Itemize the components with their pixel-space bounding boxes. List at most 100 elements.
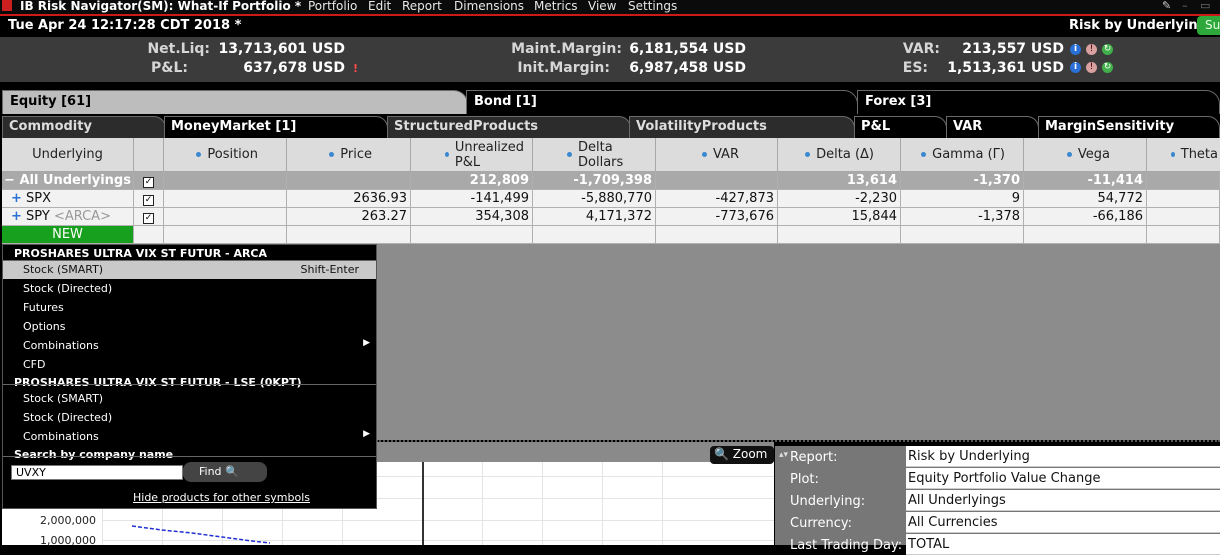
collapse-icon[interactable]: − <box>4 173 15 188</box>
menu-item-label: Stock (Directed) <box>23 282 113 295</box>
menu-divider <box>3 384 376 385</box>
delta-cell: 13,614 <box>778 172 901 190</box>
menu-edit[interactable]: Edit <box>368 0 391 13</box>
new-underlying-input[interactable]: NEW <box>2 226 134 244</box>
menu-item-stock-directed[interactable]: Stock (Directed) <box>3 280 376 298</box>
col-checkbox <box>134 138 164 172</box>
pnl-label: P&L: <box>151 60 188 76</box>
underlying-name: SPY <box>26 209 50 224</box>
plot-param-value[interactable]: Equity Portfolio Value Change <box>906 468 1220 489</box>
menu-item-combinations-lse[interactable]: Combinations ▶ <box>3 428 376 446</box>
zoom-button[interactable]: 🔍 Zoom <box>710 446 774 464</box>
new-row[interactable]: NEW <box>2 226 1220 244</box>
tab-moneymarket[interactable]: MoneyMarket [1] <box>164 116 388 138</box>
table-row[interactable]: + SPY <ARCA> ✓ 263.27 354,308 4,171,372 … <box>2 208 1220 226</box>
menu-item-cfd[interactable]: CFD <box>3 356 376 374</box>
empty-cell <box>533 226 656 244</box>
restore-icon[interactable]: ▭ <box>1200 0 1210 12</box>
var-alert-icon[interactable]: ! <box>1086 44 1097 55</box>
empty-cell <box>287 226 411 244</box>
menu-item-combinations[interactable]: Combinations ▶ <box>3 337 376 355</box>
underlying-cell[interactable]: + SPY <ARCA> <box>2 208 134 226</box>
col-position-label: Position <box>207 147 258 162</box>
tab-equity[interactable]: Equity [61] <box>2 90 468 114</box>
checkbox[interactable]: ✓ <box>143 177 154 188</box>
report-param-value[interactable]: Risk by Underlying <box>906 446 1220 467</box>
col-position[interactable]: Position <box>164 138 287 172</box>
price-cell <box>287 172 411 190</box>
menu-item-stock-smart-lse[interactable]: Stock (SMART) <box>3 390 376 408</box>
menu-section-header: PROSHARES ULTRA VIX ST FUTUR - LSE (0KPT… <box>14 376 302 389</box>
es-alert-icon[interactable]: ! <box>1086 62 1097 73</box>
checkbox[interactable]: ✓ <box>143 213 154 224</box>
es-refresh-icon[interactable]: ↻ <box>1102 62 1113 73</box>
tab-commodity[interactable]: Commodity <box>2 116 166 138</box>
sort-dot-icon <box>445 152 449 157</box>
currency-param-value[interactable]: All Currencies <box>906 512 1220 533</box>
col-delta[interactable]: Delta (Δ) <box>778 138 901 172</box>
menu-item-stock-smart[interactable]: Stock (SMART) Shift-Enter <box>3 261 376 279</box>
find-label: Find <box>199 465 222 478</box>
es-info-icon[interactable]: i <box>1070 62 1081 73</box>
var-refresh-icon[interactable]: ↻ <box>1102 44 1113 55</box>
col-gamma[interactable]: Gamma (Γ) <box>901 138 1024 172</box>
tab-bond[interactable]: Bond [1] <box>466 90 858 114</box>
pin-icon[interactable]: ✎ <box>1162 0 1171 12</box>
theta-cell <box>1147 190 1220 208</box>
menu-report[interactable]: Report <box>402 0 442 13</box>
submenu-arrow-icon: ▶ <box>363 338 370 348</box>
checkbox-cell[interactable]: ✓ <box>134 208 164 226</box>
menu-item-futures[interactable]: Futures <box>3 299 376 317</box>
tab-volatilityproducts[interactable]: VolatilityProducts <box>629 116 855 138</box>
menu-settings[interactable]: Settings <box>628 0 677 13</box>
hide-products-link[interactable]: Hide products for other symbols <box>133 491 310 504</box>
underlying-param-value[interactable]: All Underlyings <box>906 490 1220 511</box>
checkbox-cell[interactable]: ✓ <box>134 172 164 190</box>
col-delta-dollars[interactable]: Delta Dollars <box>533 138 656 172</box>
expand-icon[interactable]: + <box>11 191 22 206</box>
table-row[interactable]: − All Underlyings ✓ 212,809 -1,709,398 1… <box>2 172 1220 190</box>
minimize-icon[interactable]: – <box>1182 0 1188 12</box>
menu-item-label: Futures <box>23 301 64 314</box>
empty-cell <box>778 226 901 244</box>
plot-param-label: Plot: <box>790 472 819 487</box>
tab-var[interactable]: VAR <box>946 116 1039 138</box>
col-vega[interactable]: Vega <box>1024 138 1147 172</box>
exchange-tag: <ARCA> <box>53 209 111 224</box>
subscribe-button[interactable]: Su <box>1197 16 1220 35</box>
checkbox[interactable]: ✓ <box>143 195 154 206</box>
menu-view[interactable]: View <box>588 0 616 13</box>
table-row[interactable]: + SPX ✓ 2636.93 -141,499 -5,880,770 -427… <box>2 190 1220 208</box>
menu-dimensions[interactable]: Dimensions <box>454 0 524 13</box>
col-price[interactable]: Price <box>287 138 411 172</box>
tab-pnl[interactable]: P&L <box>854 116 947 138</box>
expand-icon[interactable]: + <box>11 209 22 224</box>
checkbox-cell[interactable]: ✓ <box>134 190 164 208</box>
underlying-cell[interactable]: − All Underlyings <box>2 172 134 190</box>
tab-structuredproducts[interactable]: StructuredProducts <box>387 116 631 138</box>
underlying-cell[interactable]: + SPX <box>2 190 134 208</box>
tab-forex[interactable]: Forex [3] <box>857 90 1220 114</box>
magnifier-icon: 🔍 <box>714 447 729 461</box>
sub-tabs: Commodity MoneyMarket [1] StructuredProd… <box>0 116 1220 138</box>
expand-arrows-icon[interactable]: ▴▾ <box>779 450 788 460</box>
col-delta-dollars-label-1: Delta <box>578 139 613 155</box>
col-unrealized[interactable]: Unrealized P&L <box>411 138 533 172</box>
company-search-input[interactable] <box>11 465 183 480</box>
menu-portfolio[interactable]: Portfolio <box>308 0 357 13</box>
col-var[interactable]: VAR <box>656 138 778 172</box>
col-theta[interactable]: Theta <box>1147 138 1220 172</box>
menu-item-stock-directed-lse[interactable]: Stock (Directed) <box>3 409 376 427</box>
var-cell: -773,676 <box>656 208 778 226</box>
sort-dot-icon <box>329 152 335 157</box>
vega-cell: 54,772 <box>1024 190 1147 208</box>
tab-marginsensitivity[interactable]: MarginSensitivity <box>1038 116 1220 138</box>
menu-metrics[interactable]: Metrics <box>534 0 578 13</box>
find-button[interactable]: Find 🔍 <box>183 462 267 482</box>
position-cell <box>164 172 287 190</box>
var-info-icon[interactable]: i <box>1070 44 1081 55</box>
sort-dot-icon <box>196 152 202 157</box>
menu-item-options[interactable]: Options <box>3 318 376 336</box>
sort-dot-icon <box>1066 152 1072 157</box>
col-underlying[interactable]: Underlying <box>2 138 134 172</box>
